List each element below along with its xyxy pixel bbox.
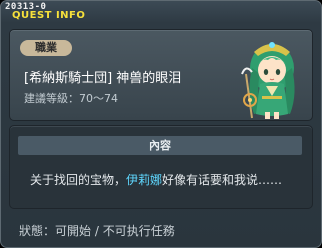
description-text-end: 好像有话要和我说…… bbox=[162, 173, 283, 187]
quest-summary-panel: 職業 [希納斯騎士団] 神兽的眼泪 建議等級：70～74 bbox=[9, 29, 313, 121]
quest-name: [希納斯騎士団] 神兽的眼泪 bbox=[24, 71, 182, 86]
recommended-level: 建議等級：70～74 bbox=[24, 92, 118, 105]
quest-status: 狀態：可開始 / 不可执行任務 bbox=[19, 224, 175, 238]
description-text: 关于找回的宝物， bbox=[30, 173, 127, 187]
npc-portrait-icon bbox=[241, 42, 295, 119]
status-label: 狀態 bbox=[19, 224, 44, 238]
quest-description: 关于找回的宝物，伊莉娜好像有话要和我说…… bbox=[30, 171, 282, 188]
status-value: 可開始 / 不可执行任務 bbox=[55, 224, 175, 238]
window-title: QUEST INFO bbox=[12, 10, 86, 21]
job-badge: 職業 bbox=[20, 40, 72, 56]
npc-name-link[interactable]: 伊莉娜 bbox=[126, 173, 162, 187]
title-bar[interactable]: 20313-0 QUEST INFO bbox=[1, 1, 321, 25]
quest-info-window: 20313-0 QUEST INFO 職業 [希納斯騎士団] 神兽的眼泪 建議等… bbox=[0, 0, 322, 248]
quest-content-panel: 內容 关于找回的宝物，伊莉娜好像有话要和我说…… bbox=[9, 125, 313, 209]
content-header: 內容 bbox=[18, 136, 302, 155]
level-label: 建議等級 bbox=[24, 92, 68, 105]
level-range: 70～74 bbox=[79, 92, 118, 105]
